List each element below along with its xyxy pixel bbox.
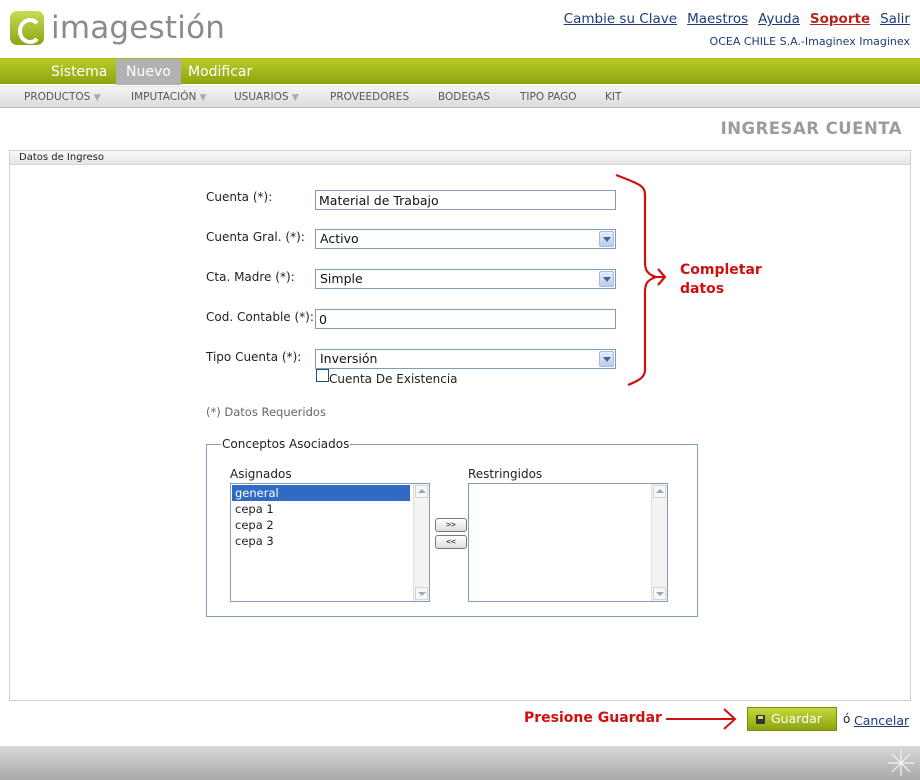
cod-contable-label: Cod. Contable (*): (206, 310, 314, 324)
annotation-line: datos (680, 281, 725, 297)
menu-modificar[interactable]: Modificar (178, 59, 262, 85)
cuenta-label: Cuenta (*): (206, 190, 273, 204)
select-value: Activo (320, 231, 359, 246)
existencia-checkbox[interactable] (316, 369, 329, 382)
remove-concept-button[interactable]: << (435, 535, 467, 549)
menu-nuevo[interactable]: Nuevo (116, 59, 181, 85)
restricted-label: Restringidos (468, 467, 543, 481)
save-label: Guardar (771, 711, 822, 726)
panel-title: Datos de Ingreso (19, 152, 104, 163)
submenu-label: USUARIOS (234, 91, 289, 103)
cta-madre-label: Cta. Madre (*): (206, 270, 295, 284)
bracket-annotation-icon (615, 173, 667, 387)
submenu-usuarios[interactable]: USUARIOS ▼ (234, 87, 299, 109)
logo-text: imagestión (51, 10, 226, 46)
annotation-line: Completar (680, 262, 762, 278)
chevron-down-icon: ▼ (93, 93, 101, 103)
submenu-kit[interactable]: KIT (605, 87, 621, 109)
scroll-down-icon[interactable] (415, 587, 428, 600)
submenu-imputacion[interactable]: IMPUTACIÓN ▼ (131, 87, 207, 109)
cta-madre-select[interactable]: Simple (315, 269, 616, 289)
list-item[interactable]: cepa 2 (232, 517, 410, 533)
floppy-disk-icon (756, 715, 765, 724)
submenu-productos[interactable]: PRODUCTOS ▼ (24, 87, 101, 109)
top-links: Cambie su Clave Maestros Ayuda Soporte S… (564, 11, 910, 27)
scrollbar[interactable] (651, 484, 667, 601)
page-footer (0, 746, 920, 780)
tipo-cuenta-label: Tipo Cuenta (*): (206, 350, 302, 364)
or-text: ó (843, 712, 851, 726)
chevron-down-icon: ▼ (291, 93, 299, 103)
existencia-label: Cuenta De Existencia (329, 372, 458, 386)
scrollbar[interactable] (413, 484, 429, 601)
cod-contable-input[interactable] (315, 309, 616, 329)
submenu-tipo-pago[interactable]: TIPO PAGO (520, 87, 577, 109)
concepts-legend: Conceptos Asociados (222, 437, 350, 451)
assigned-listbox[interactable]: general cepa 1 cepa 2 cepa 3 (230, 483, 430, 602)
cuenta-gral-select[interactable]: Activo (315, 229, 616, 249)
menu-sistema[interactable]: Sistema (41, 59, 117, 85)
sparkle-icon (888, 750, 914, 776)
submenu-label: IMPUTACIÓN (131, 91, 197, 103)
help-link[interactable]: Ayuda (758, 11, 800, 27)
scroll-up-icon[interactable] (653, 485, 666, 498)
select-value: Inversión (320, 351, 378, 366)
form-panel: Datos de Ingreso Cuenta (*): Cuenta Gral… (9, 150, 911, 701)
sub-menu: PRODUCTOS ▼ IMPUTACIÓN ▼ USUARIOS ▼ PROV… (0, 86, 920, 108)
presione-annotation: Presione Guardar (524, 710, 662, 726)
list-item[interactable]: cepa 3 (232, 533, 410, 549)
scroll-up-icon[interactable] (415, 485, 428, 498)
submenu-proveedores[interactable]: PROVEEDORES (330, 87, 409, 109)
chevron-down-icon: ▼ (199, 93, 207, 103)
tipo-cuenta-select[interactable]: Inversión (315, 349, 616, 369)
assigned-label: Asignados (230, 467, 292, 481)
company-name: OCEA CHILE S.A.-Imaginex Imaginex (709, 35, 910, 48)
logo-icon (10, 11, 44, 45)
submenu-label: PRODUCTOS (24, 91, 91, 103)
cancel-link[interactable]: Cancelar (854, 713, 909, 728)
cuenta-input[interactable] (315, 190, 616, 210)
submenu-bodegas[interactable]: BODEGAS (438, 87, 490, 109)
arrow-right-icon (666, 708, 737, 730)
select-value: Simple (320, 271, 363, 286)
page-title: INGRESAR CUENTA (720, 119, 902, 138)
required-note: (*) Datos Requeridos (206, 405, 326, 419)
change-password-link[interactable]: Cambie su Clave (564, 11, 677, 27)
list-item[interactable]: cepa 1 (232, 501, 410, 517)
add-concept-button[interactable]: >> (435, 518, 467, 532)
completar-annotation: Completar datos (680, 261, 762, 299)
panel-header: Datos de Ingreso (10, 151, 910, 165)
support-link[interactable]: Soporte (810, 11, 870, 27)
list-item[interactable]: general (232, 485, 410, 501)
scroll-down-icon[interactable] (653, 587, 666, 600)
app-header: imagestión Cambie su Clave Maestros Ayud… (0, 0, 920, 58)
restricted-listbox[interactable] (468, 483, 668, 602)
cuenta-gral-label: Cuenta Gral. (*): (206, 230, 305, 244)
main-menu: Sistema Nuevo Modificar (0, 58, 920, 85)
imagestion-logo[interactable]: imagestión (10, 10, 225, 46)
logout-link[interactable]: Salir (880, 11, 910, 27)
masters-link[interactable]: Maestros (687, 11, 748, 27)
save-button[interactable]: Guardar (747, 707, 837, 731)
